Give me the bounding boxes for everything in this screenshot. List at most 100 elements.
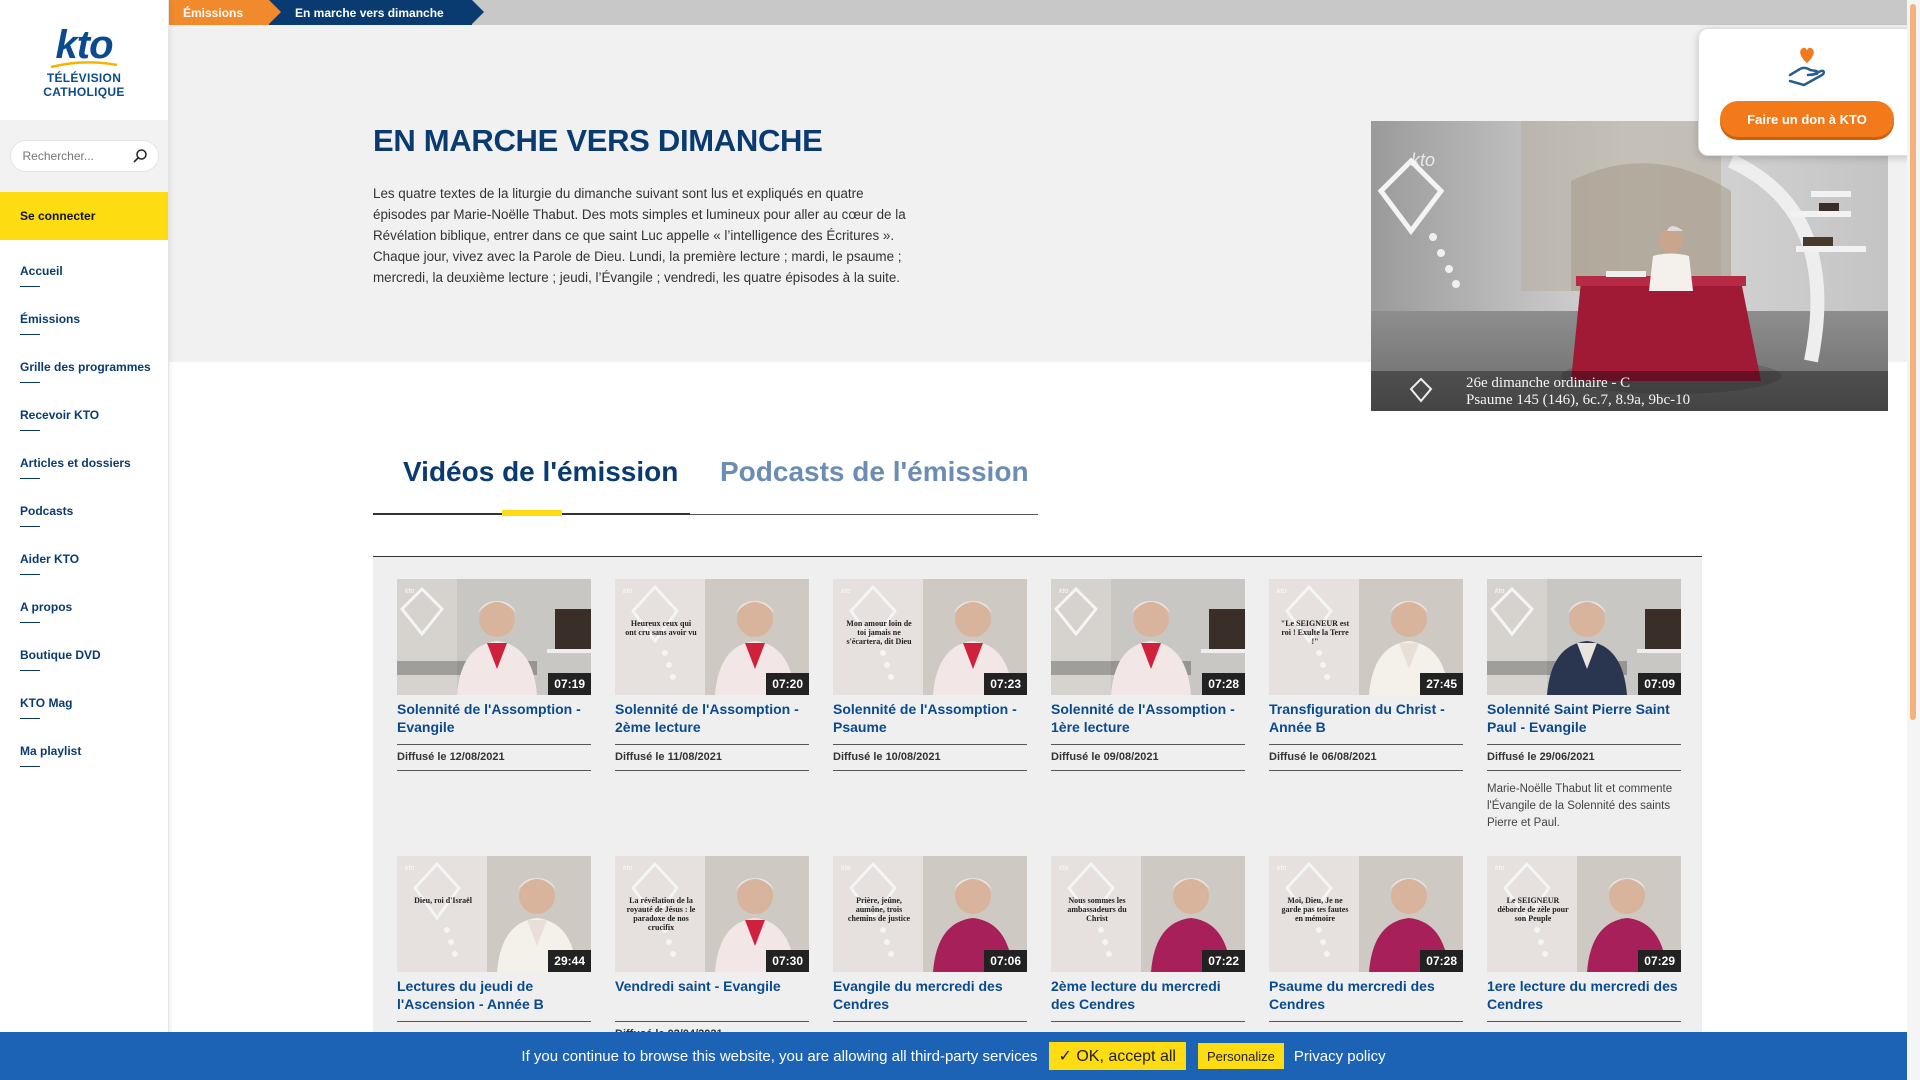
logo-line2: CATHOLIQUE (43, 85, 125, 99)
nav-item-aider[interactable]: Aider KTO (0, 532, 168, 580)
video-title[interactable]: Solennité de l'Assomption - 2ème lecture (615, 700, 809, 736)
privacy-policy-link[interactable]: Privacy policy (1294, 1048, 1386, 1065)
logo-brand: kto (55, 23, 114, 67)
video-card[interactable]: kto Heureux ceux qui ont cru sans avoir v… (615, 579, 809, 771)
video-card[interactable]: kto La révélation de la royauté de Jésus … (615, 856, 809, 1048)
hero-caption-line2: Psaume 145 (146), 6c.7, 8.9a, 9bc-10 (1466, 392, 1690, 408)
video-air-date: Diffusé le 06/08/2021 (1269, 751, 1377, 763)
video-card[interactable]: kto 07:19 Solennité de l'Assomption - Evan… (397, 579, 591, 771)
breadcrumb-current: En marche vers dimanche (269, 0, 484, 25)
video-description: Marie-Noëlle Thabut lit et commente l'Év… (1487, 783, 1673, 829)
video-title[interactable]: Psaume du mercredi des Cendres (1269, 977, 1463, 1013)
thumbnail-caption: Moi, Dieu, Je ne garde pas tes fautes en… (1281, 896, 1349, 923)
nav-item-podcasts[interactable]: Podcasts (0, 484, 168, 532)
video-thumbnail[interactable]: kto Moi, Dieu, Je ne garde pas tes fautes… (1269, 856, 1463, 972)
nav-item-apropos[interactable]: A propos (0, 580, 168, 628)
nav-item-recevoir[interactable]: Recevoir KTO (0, 388, 168, 436)
video-thumbnail[interactable]: kto Le SEIGNEUR déborde de zèle pour son … (1487, 856, 1681, 972)
video-thumbnail[interactable]: kto Dieu, roi d'Israël 29:44 (397, 856, 591, 972)
video-duration: 29:44 (548, 950, 591, 972)
video-air-date: Diffusé le 11/08/2021 (615, 751, 723, 763)
kto-logo[interactable]: kto TÉLÉVISION CATHOLIQUE (0, 0, 168, 120)
video-thumbnail[interactable]: kto 07:09 (1487, 579, 1681, 695)
video-duration: 07:30 (766, 950, 809, 972)
card-divider (833, 1021, 1027, 1022)
tab-videos[interactable]: Vidéos de l'émission (403, 456, 678, 488)
tab-podcasts[interactable]: Podcasts de l'émission (720, 456, 1029, 488)
nav-item-articles[interactable]: Articles et dossiers (0, 436, 168, 484)
video-thumbnail[interactable]: kto Heureux ceux qui ont cru sans avoir v… (615, 579, 809, 695)
search-icon[interactable] (132, 148, 148, 164)
card-divider (1487, 744, 1681, 745)
video-thumbnail[interactable]: kto Nous sommes les ambassadeurs du Chris… (1051, 856, 1245, 972)
svg-text:kto: kto (623, 865, 632, 872)
nav-item-accueil[interactable]: Accueil (0, 244, 168, 292)
video-title[interactable]: Solennité de l'Assomption - Psaume (833, 700, 1027, 736)
thumbnail-caption: Prière, jeûne, aumône, trois chemins de … (847, 896, 911, 923)
video-title[interactable]: Solennité de l'Assomption - 1ère lecture (1051, 700, 1245, 736)
card-divider (1269, 744, 1463, 745)
svg-text:kto: kto (1411, 150, 1435, 170)
thumbnail-caption: Le SEIGNEUR déborde de zèle pour son Peu… (1497, 896, 1569, 923)
video-card[interactable]: kto Le SEIGNEUR déborde de zèle pour son … (1487, 856, 1681, 1022)
video-card[interactable]: kto Mon amour loin de toi jamais ne s'éca… (833, 579, 1027, 771)
video-card[interactable]: kto Nous sommes les ambassadeurs du Chris… (1051, 856, 1245, 1022)
scrollbar-thumb[interactable] (1910, 4, 1916, 720)
video-card[interactable]: kto Prière, jeûne, aumône, trois chemins … (833, 856, 1027, 1022)
video-thumbnail[interactable]: kto "Le SEIGNEUR est roi ! Exulte la Terr… (1269, 579, 1463, 695)
breadcrumb-emissions[interactable]: Émissions (169, 0, 281, 25)
nav-item-playlist[interactable]: Ma playlist (0, 724, 168, 772)
svg-text:kto: kto (1495, 865, 1504, 872)
video-card[interactable]: kto Dieu, roi d'Israël 29:44 Lectures du je… (397, 856, 591, 1022)
nav-item-mag[interactable]: KTO Mag (0, 676, 168, 724)
video-thumbnail[interactable]: kto 07:19 (397, 579, 591, 695)
video-thumbnail[interactable]: kto La révélation de la royauté de Jésus … (615, 856, 809, 972)
video-air-date: Diffusé le 12/08/2021 (397, 751, 505, 763)
video-title[interactable]: Transfiguration du Christ - Année B (1269, 700, 1463, 736)
card-divider (397, 744, 591, 745)
search-area (0, 120, 168, 192)
thumbnail-caption: La révélation de la royauté de Jésus : l… (626, 896, 696, 932)
content-tabs: Vidéos de l'émission Podcasts de l'émiss… (373, 440, 1038, 518)
card-divider (615, 770, 809, 771)
video-card[interactable]: kto Moi, Dieu, Je ne garde pas tes fautes… (1269, 856, 1463, 1022)
personalize-button[interactable]: Personalize (1197, 1043, 1284, 1069)
card-divider (615, 744, 809, 745)
login-button[interactable]: Se connecter (0, 192, 168, 240)
video-title[interactable]: Solennité de l'Assomption - Evangile (397, 700, 591, 736)
video-card[interactable]: kto 07:28 Solennité de l'Assomption - 1ère… (1051, 579, 1245, 771)
video-thumbnail[interactable]: kto Mon amour loin de toi jamais ne s'éca… (833, 579, 1027, 695)
svg-text:kto: kto (1059, 588, 1068, 595)
video-title[interactable]: 1ere lecture du mercredi des Cendres (1487, 977, 1681, 1013)
logo-line1: TÉLÉVISION (46, 71, 122, 85)
video-title[interactable]: Evangile du mercredi des Cendres (833, 977, 1027, 1013)
search-box (9, 140, 159, 172)
search-input[interactable] (22, 149, 123, 163)
video-duration: 07:09 (1638, 673, 1681, 695)
video-card[interactable]: kto 07:09 Solennité Saint Pierre Saint Pau… (1487, 579, 1681, 832)
donate-button[interactable]: Faire un don à KTO (1720, 101, 1894, 137)
page-scrollbar[interactable] (1907, 0, 1920, 1080)
card-divider (615, 1021, 809, 1022)
accept-all-button[interactable]: ✓ OK, accept all (1048, 1042, 1186, 1070)
show-hero: EN MARCHE VERS DIMANCHE Les quatre texte… (169, 25, 1920, 411)
video-title[interactable]: Solennité Saint Pierre Saint Paul - Evan… (1487, 700, 1681, 736)
video-duration: 07:19 (548, 673, 591, 695)
nav-item-grille[interactable]: Grille des programmes (0, 340, 168, 388)
card-divider (1269, 1021, 1463, 1022)
thumbnail-caption: Heureux ceux qui ont cru sans avoir vu (625, 619, 697, 637)
video-thumbnail[interactable]: kto Prière, jeûne, aumône, trois chemins … (833, 856, 1027, 972)
video-thumbnail[interactable]: kto 07:28 (1051, 579, 1245, 695)
svg-text:kto: kto (841, 588, 850, 595)
nav-item-boutique[interactable]: Boutique DVD (0, 628, 168, 676)
main-nav: Accueil Émissions Grille des programmes … (0, 240, 168, 772)
video-title[interactable]: Vendredi saint - Evangile (615, 977, 809, 1013)
nav-item-emissions[interactable]: Émissions (0, 292, 168, 340)
page-title: EN MARCHE VERS DIMANCHE (373, 123, 823, 158)
video-title[interactable]: Lectures du jeudi de l'Ascension - Année… (397, 977, 591, 1013)
video-card[interactable]: kto "Le SEIGNEUR est roi ! Exulte la Terr… (1269, 579, 1463, 771)
video-duration: 07:23 (984, 673, 1027, 695)
thumbnail-caption: Nous sommes les ambassadeurs du Christ (1067, 896, 1127, 923)
cookie-banner: If you continue to browse this website, … (0, 1032, 1907, 1080)
video-title[interactable]: 2ème lecture du mercredi des Cendres (1051, 977, 1245, 1013)
